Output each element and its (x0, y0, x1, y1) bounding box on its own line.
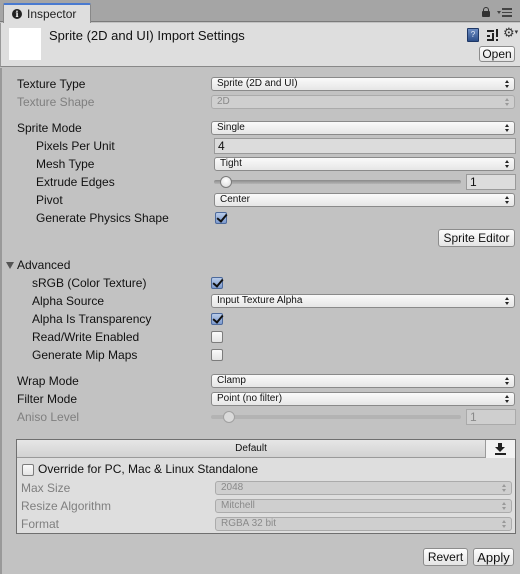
sprite-mode-label: Sprite Mode (17, 121, 82, 135)
alpha-is-transparency-label: Alpha Is Transparency (32, 312, 152, 326)
dropdown-arrows-icon (505, 395, 510, 403)
apply-button[interactable]: Apply (473, 548, 514, 566)
dropdown-arrows-icon (505, 124, 510, 132)
extrude-edges-label: Extrude Edges (36, 175, 115, 189)
tab-inspector[interactable]: i Inspector (3, 3, 91, 23)
extrude-edges-slider[interactable] (214, 175, 461, 189)
texture-shape-value: 2D (217, 96, 230, 107)
max-size-label: Max Size (21, 481, 71, 495)
info-icon: i (12, 9, 22, 19)
resize-algorithm-dropdown: Mitchell (215, 499, 512, 513)
override-standalone-label[interactable]: Override for PC, Mac & Linux Standalone (38, 462, 258, 476)
help-book-icon[interactable]: ? (467, 28, 479, 42)
filter-mode-value: Point (no filter) (217, 393, 283, 404)
download-standalone-icon (495, 443, 506, 455)
format-label: Format (21, 517, 60, 531)
format-value: RGBA 32 bit (221, 518, 277, 529)
dropdown-arrows-icon (505, 196, 510, 204)
advanced-foldout[interactable]: Advanced (17, 258, 70, 272)
gear-icon[interactable]: ⚙▾ (503, 26, 518, 40)
tab-bar: i Inspector (0, 0, 520, 23)
dropdown-arrows-icon (505, 80, 510, 88)
revert-button[interactable]: Revert (423, 548, 468, 566)
texture-thumbnail (9, 28, 41, 60)
generate-physics-shape-label: Generate Physics Shape (36, 211, 169, 225)
generate-physics-shape-checkbox[interactable] (215, 212, 227, 224)
pivot-value: Center (220, 194, 251, 205)
aniso-level-slider (211, 410, 461, 424)
srgb-label: sRGB (Color Texture) (32, 276, 147, 290)
slider-track (214, 180, 461, 184)
wrap-mode-value: Clamp (217, 375, 246, 386)
platform-tabs: Default (17, 440, 515, 458)
slider-thumb[interactable] (220, 176, 232, 188)
format-dropdown: RGBA 32 bit (215, 517, 512, 531)
srgb-checkbox[interactable] (211, 277, 223, 289)
platform-tab-standalone[interactable] (485, 440, 515, 458)
extrude-edges-input[interactable]: 1 (466, 174, 516, 190)
sprite-mode-dropdown[interactable]: Single (211, 121, 515, 135)
alpha-source-value: Input Texture Alpha (217, 295, 303, 306)
slider-thumb (223, 411, 235, 423)
pixels-per-unit-input[interactable]: 4 (214, 138, 516, 154)
resize-algorithm-label: Resize Algorithm (21, 499, 112, 513)
dropdown-arrows-icon (505, 297, 510, 305)
texture-type-value: Sprite (2D and UI) (217, 78, 298, 89)
mesh-type-dropdown[interactable]: Tight (214, 157, 515, 171)
slider-track (211, 415, 461, 419)
page-title: Sprite (2D and UI) Import Settings (49, 28, 245, 43)
open-button[interactable]: Open (479, 46, 515, 62)
sprite-mode-value: Single (217, 122, 245, 133)
inspector-header: Sprite (2D and UI) Import Settings ? ⚙▾ … (0, 23, 520, 67)
wrap-mode-dropdown[interactable]: Clamp (211, 374, 515, 388)
panel-edge (0, 68, 2, 574)
aniso-level-label: Aniso Level (17, 410, 80, 424)
mesh-type-label: Mesh Type (36, 157, 95, 171)
mesh-type-value: Tight (220, 158, 242, 169)
dropdown-arrows-icon (502, 502, 507, 510)
max-size-value: 2048 (221, 482, 244, 493)
wrap-mode-label: Wrap Mode (17, 374, 79, 388)
context-menu-icon[interactable] (497, 8, 513, 17)
texture-type-dropdown[interactable]: Sprite (2D and UI) (211, 77, 515, 91)
generate-mip-maps-checkbox[interactable] (211, 349, 223, 361)
alpha-source-dropdown[interactable]: Input Texture Alpha (211, 294, 515, 308)
platform-tab-default[interactable]: Default (17, 440, 485, 457)
aniso-level-input: 1 (466, 409, 516, 425)
read-write-enabled-checkbox[interactable] (211, 331, 223, 343)
lock-icon[interactable] (482, 7, 490, 17)
generate-mip-maps-label: Generate Mip Maps (32, 348, 138, 362)
tab-inspector-label: Inspector (27, 7, 77, 21)
pixels-per-unit-label: Pixels Per Unit (36, 139, 115, 153)
foldout-expanded-icon[interactable] (6, 262, 14, 269)
texture-shape-dropdown: 2D (211, 95, 515, 109)
dropdown-arrows-icon (502, 484, 507, 492)
dropdown-arrows-icon (505, 98, 510, 106)
texture-type-label: Texture Type (17, 77, 86, 91)
resize-algorithm-value: Mitchell (221, 500, 255, 511)
pivot-label: Pivot (36, 193, 63, 207)
filter-mode-dropdown[interactable]: Point (no filter) (211, 392, 515, 406)
override-standalone-checkbox[interactable] (22, 464, 34, 476)
preset-sliders-icon[interactable] (487, 29, 499, 41)
dropdown-arrows-icon (505, 160, 510, 168)
alpha-source-label: Alpha Source (32, 294, 105, 308)
alpha-is-transparency-checkbox[interactable] (211, 313, 223, 325)
sprite-editor-button[interactable]: Sprite Editor (438, 229, 515, 247)
texture-shape-label: Texture Shape (17, 95, 95, 109)
filter-mode-label: Filter Mode (17, 392, 78, 406)
pivot-dropdown[interactable]: Center (214, 193, 515, 207)
max-size-dropdown: 2048 (215, 481, 512, 495)
dropdown-arrows-icon (502, 520, 507, 528)
dropdown-arrows-icon (505, 377, 510, 385)
platform-settings-panel: Default Override for PC, Mac & Linux Sta… (16, 439, 516, 534)
read-write-enabled-label: Read/Write Enabled (32, 330, 140, 344)
